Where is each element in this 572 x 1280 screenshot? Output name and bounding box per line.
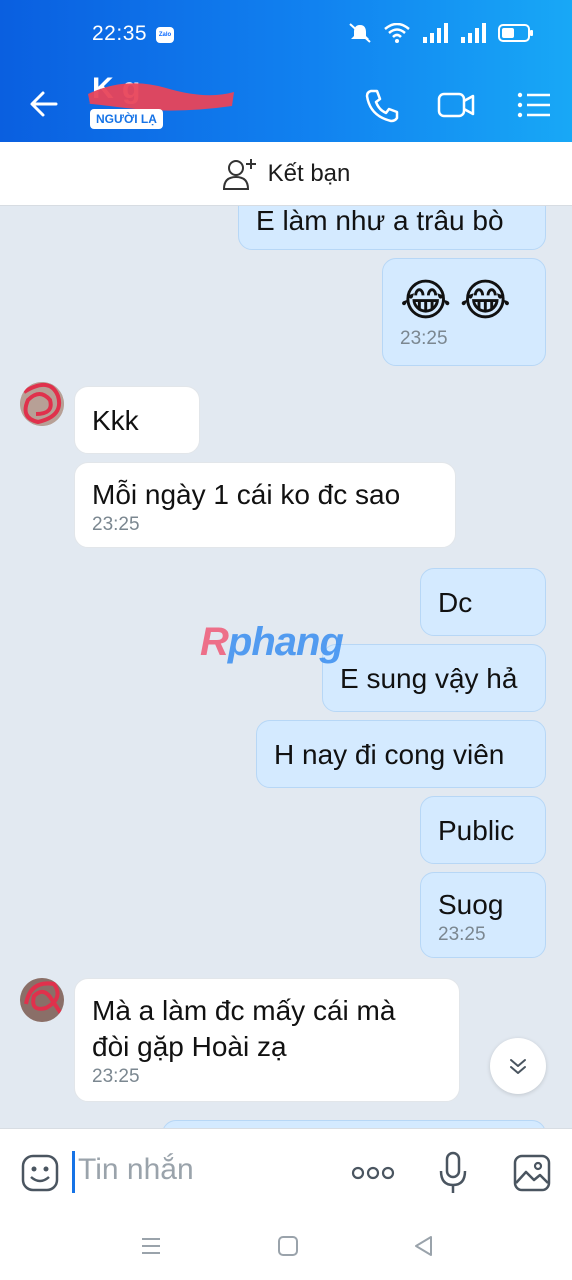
message-bubble-outgoing-partial[interactable] [162, 1120, 546, 1128]
message-text: Kkk [92, 405, 139, 436]
wifi-icon [384, 23, 410, 43]
add-friend-icon [222, 158, 256, 190]
contact-avatar[interactable] [20, 978, 64, 1022]
scroll-down-button[interactable] [490, 1038, 546, 1094]
microphone-icon[interactable] [438, 1151, 468, 1195]
message-text: Public [438, 815, 515, 846]
battery-icon [498, 24, 533, 42]
contact-avatar[interactable] [20, 382, 64, 426]
back-arrow-icon[interactable] [26, 86, 62, 122]
signal-icon-1 [423, 23, 448, 43]
message-text: E làm như a trâu bò [256, 206, 504, 236]
name-redaction-scribble [86, 83, 234, 111]
message-bubble-outgoing[interactable]: Suog 23:25 [420, 872, 546, 958]
text-caret [72, 1151, 75, 1193]
message-time: 23:25 [400, 328, 448, 349]
message-bubble-outgoing[interactable]: H nay đi cong viên [256, 720, 546, 788]
system-nav-bar [0, 1218, 572, 1280]
image-icon[interactable] [512, 1153, 552, 1193]
message-text-line2: đòi gặp Hoài zạ [92, 1031, 287, 1062]
more-icon[interactable] [350, 1163, 396, 1183]
avatar-scribble [20, 978, 64, 1022]
message-time: 23:25 [92, 1066, 140, 1087]
message-bubble-outgoing[interactable]: E sung vậy hả [322, 644, 546, 712]
video-call-icon[interactable] [436, 86, 476, 124]
message-input[interactable]: Tin nhắn [78, 1153, 194, 1187]
message-text: H nay đi cong viên [274, 739, 505, 770]
chat-header: K g NGƯỜI LẠ [0, 66, 572, 142]
watermark: Rphang [200, 620, 344, 664]
message-bubble-incoming[interactable]: Mỗi ngày 1 cái ko đc sao 23:25 [74, 462, 456, 548]
add-friend-bar[interactable]: Kết bạn [0, 142, 572, 206]
message-text: Dc [438, 587, 473, 618]
sticker-icon[interactable] [20, 1153, 60, 1193]
signal-icon-2 [461, 23, 486, 43]
zalo-notification-icon: Zalo [156, 27, 174, 43]
recent-apps-icon[interactable] [140, 1234, 162, 1258]
message-text: Suog [438, 889, 504, 920]
phone-icon[interactable] [362, 86, 402, 124]
status-icons [348, 22, 534, 44]
status-time: 22:35 [92, 22, 148, 45]
mute-icon [349, 23, 371, 43]
message-time: 23:25 [438, 924, 486, 945]
add-friend-label: Kết bạn [267, 159, 351, 187]
scroll-down-icon [510, 1059, 526, 1074]
message-time: 23:25 [92, 514, 140, 535]
message-bubble-outgoing[interactable]: 😂 😂 23:25 [382, 258, 546, 366]
message-text: Mỗi ngày 1 cái ko đc sao [92, 479, 401, 510]
message-bubble-outgoing[interactable]: E làm như a trâu bò [238, 206, 546, 250]
avatar-scribble [20, 382, 64, 426]
message-bubble-outgoing[interactable]: Public [420, 796, 546, 864]
message-composer: Tin nhắn [0, 1128, 572, 1218]
emoji-message: 😂 😂 [400, 276, 511, 325]
message-text: E sung vậy hả [340, 663, 518, 694]
message-bubble-outgoing[interactable]: Dc [420, 568, 546, 636]
stranger-badge: NGƯỜI LẠ [90, 109, 163, 129]
message-text: Mà a làm đc mấy cái mà [92, 995, 396, 1026]
home-icon[interactable] [276, 1234, 300, 1258]
message-bubble-incoming[interactable]: Kkk [74, 386, 200, 454]
back-nav-icon[interactable] [412, 1234, 436, 1258]
menu-list-icon[interactable] [514, 86, 554, 124]
status-bar: 22:35 Zalo [0, 0, 572, 66]
message-bubble-incoming[interactable]: Mà a làm đc mấy cái mà đòi gặp Hoài zạ 2… [74, 978, 460, 1102]
chat-messages: E làm như a trâu bò 😂 😂 23:25 Kkk Mỗi ng… [0, 206, 572, 1128]
